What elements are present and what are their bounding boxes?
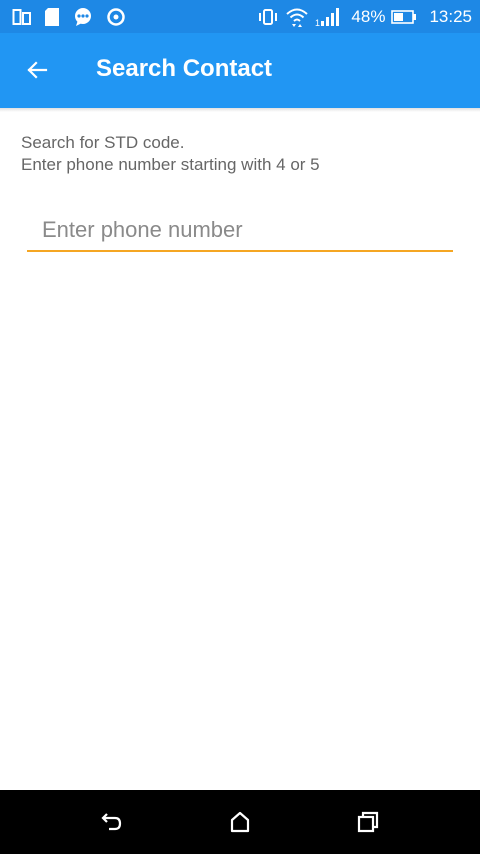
status-bar-right: 1 48% 13:25 [257, 5, 472, 29]
instruction-line-2: Enter phone number starting with 4 or 5 [21, 155, 320, 174]
back-button[interactable] [14, 47, 60, 93]
phone-input-container [27, 210, 453, 253]
nav-recents-button[interactable] [352, 806, 384, 838]
dual-window-icon [12, 8, 32, 26]
navigation-bar [0, 790, 480, 854]
battery-icon [391, 10, 417, 24]
instruction-line-1: Search for STD code. [21, 133, 185, 152]
status-bar: 1 48% 13:25 [0, 0, 480, 33]
status-time: 13:25 [429, 7, 472, 26]
phone-number-input[interactable] [27, 210, 453, 250]
app-bar: Search Contact [0, 33, 480, 108]
sd-card-icon [44, 7, 60, 27]
page-title: Search Contact [96, 55, 273, 82]
arrow-left-icon [25, 58, 49, 82]
messenger-icon [72, 7, 94, 27]
instructions: Search for STD code. Enter phone number … [21, 132, 320, 176]
svg-text:1: 1 [315, 18, 320, 27]
nav-home-button[interactable] [224, 806, 256, 838]
nav-back-button[interactable] [96, 806, 128, 838]
sync-icon [106, 7, 126, 27]
home-icon [228, 810, 252, 834]
battery-percent: 48% [351, 7, 386, 26]
vibrate-icon [257, 8, 279, 26]
recents-icon [356, 810, 380, 834]
app-bar-shadow [0, 108, 480, 112]
input-underline [27, 250, 453, 252]
wifi-icon [285, 6, 309, 28]
back-icon [99, 810, 125, 834]
status-bar-left [12, 6, 126, 28]
signal-icon: 1 [315, 7, 345, 27]
